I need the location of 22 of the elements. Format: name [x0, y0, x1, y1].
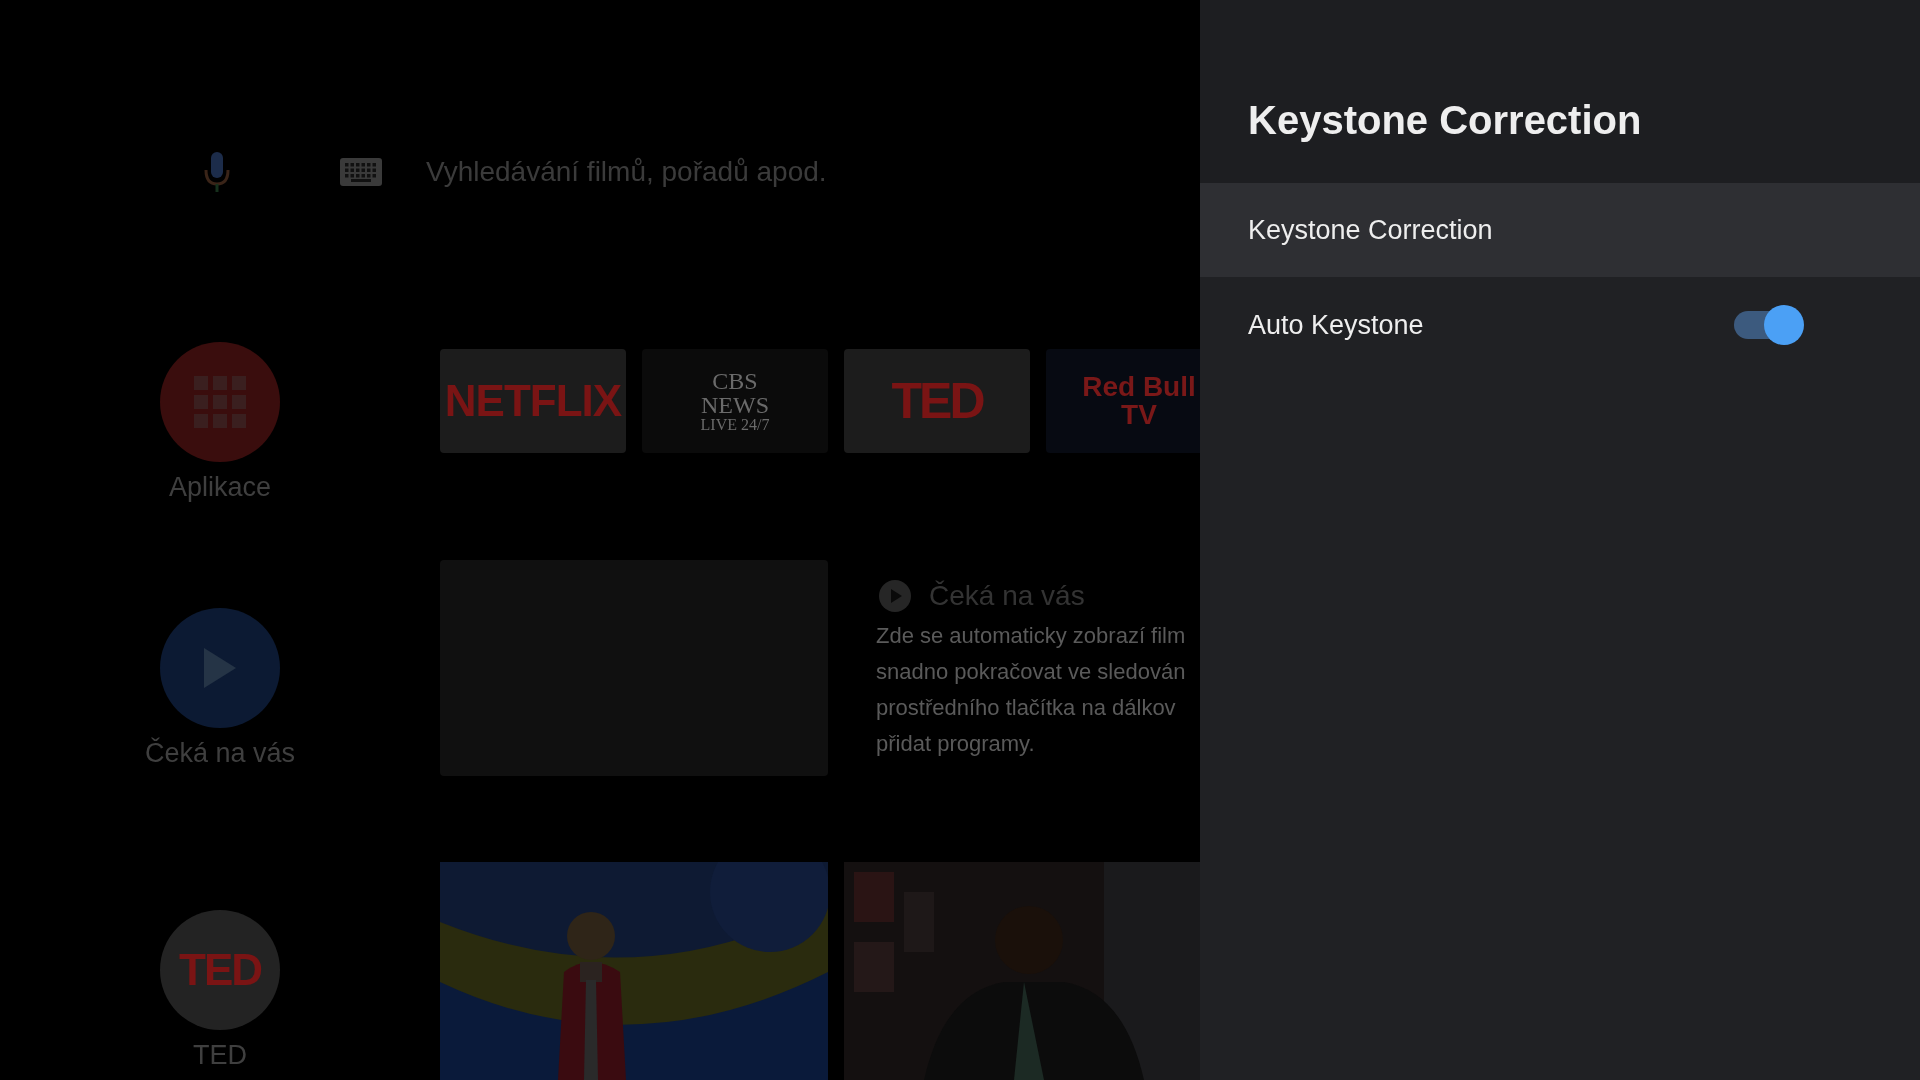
search-placeholder[interactable]: Vyhledávání filmů, pořadů apod. — [426, 140, 827, 204]
ted-logo: TED — [179, 945, 261, 995]
description-line: Zde se automaticky zobrazí film — [876, 622, 1186, 650]
panel-title: Keystone Correction — [1248, 97, 1642, 144]
app-tile[interactable]: Red Bull TV — [1046, 349, 1200, 453]
app-tile[interactable]: TED — [844, 349, 1030, 453]
sidebar-label: TED — [193, 1040, 247, 1071]
sidebar-app-button[interactable]: TED — [160, 910, 280, 1030]
settings-row[interactable]: Keystone Correction — [1200, 183, 1920, 277]
app-tile[interactable]: CBS NEWS LIVE 24/7 — [642, 349, 828, 453]
setting-label: Keystone Correction — [1248, 214, 1493, 246]
sidebar-label: Aplikace — [168, 472, 272, 503]
play-icon — [879, 580, 911, 612]
description-line: snadno pokračovat ve sledován — [876, 658, 1186, 686]
setting-label: Auto Keystone — [1248, 309, 1424, 341]
description-line: prostředního tlačítka na dálkov — [876, 694, 1177, 722]
play-icon — [202, 646, 238, 690]
sidebar-label: Čeká na vás — [144, 738, 296, 769]
app-tile[interactable]: NETFLIX — [440, 349, 626, 453]
settings-row[interactable]: Auto Keystone — [1200, 277, 1920, 373]
toggle-switch[interactable] — [1734, 305, 1804, 345]
description-line: přidat programy. — [876, 730, 1036, 758]
